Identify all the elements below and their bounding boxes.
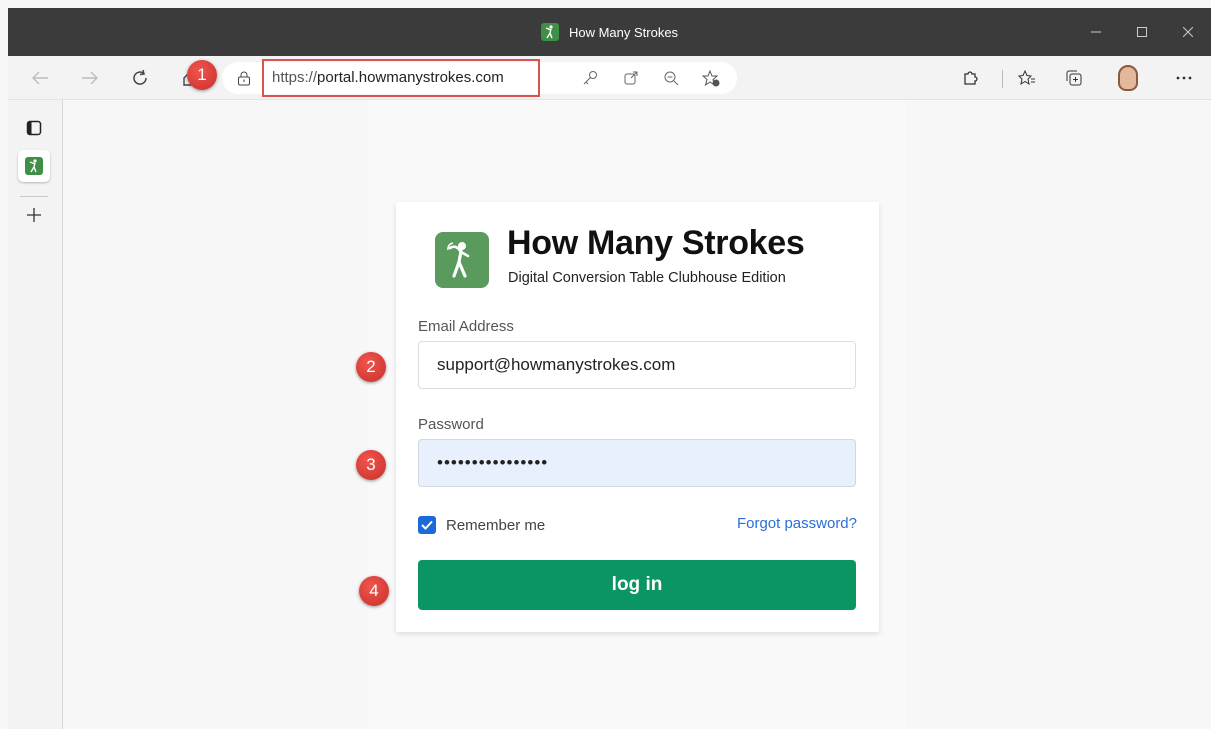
email-label: Email Address (418, 318, 514, 335)
brand-title: How Many Strokes (507, 224, 805, 262)
remember-me[interactable]: Remember me (418, 516, 545, 534)
zoom-out-icon[interactable] (660, 68, 682, 88)
maximize-icon[interactable] (1119, 8, 1165, 56)
refresh-icon[interactable] (124, 62, 156, 94)
page-content: How Many Strokes Digital Conversion Tabl… (63, 100, 1211, 729)
add-favorite-icon[interactable] (700, 68, 722, 88)
brand-subtitle: Digital Conversion Table Clubhouse Editi… (508, 270, 786, 286)
minimize-icon[interactable] (1073, 8, 1119, 56)
lock-icon[interactable] (236, 70, 252, 86)
address-bar[interactable]: https://portal.howmanystrokes.com (222, 59, 737, 97)
login-button[interactable]: log in (418, 560, 856, 610)
golfer-logo-icon (435, 232, 489, 288)
remember-label: Remember me (446, 516, 546, 534)
window-controls (1073, 8, 1211, 56)
golfer-icon (25, 157, 43, 175)
forgot-password-link[interactable]: Forgot password? (737, 515, 857, 532)
back-icon[interactable] (24, 62, 56, 94)
annotation-marker-1: 1 (187, 60, 217, 90)
url-text[interactable]: https://portal.howmanystrokes.com (272, 69, 504, 86)
login-card: How Many Strokes Digital Conversion Tabl… (396, 202, 879, 632)
remember-checkbox[interactable] (418, 516, 436, 534)
more-icon[interactable] (1168, 62, 1200, 94)
window-title-area: How Many Strokes (8, 8, 1211, 56)
annotation-marker-2: 2 (356, 352, 386, 382)
annotation-marker-3: 3 (356, 450, 386, 480)
open-external-icon[interactable] (620, 68, 642, 88)
window-titlebar: How Many Strokes (8, 8, 1211, 56)
key-icon[interactable] (579, 68, 601, 88)
collections-icon[interactable] (1058, 62, 1090, 94)
vertical-tabs-rail (8, 100, 63, 729)
new-tab-icon[interactable] (18, 199, 50, 231)
extensions-icon[interactable] (954, 62, 986, 94)
golfer-icon (540, 23, 559, 41)
toolbar-separator (1002, 70, 1003, 88)
rail-divider (20, 196, 48, 197)
profile-avatar[interactable] (1118, 65, 1138, 91)
favorites-icon[interactable] (1011, 62, 1043, 94)
email-field[interactable]: support@howmanystrokes.com (418, 341, 856, 389)
password-field[interactable]: •••••••••••••••• (418, 439, 856, 487)
annotation-marker-4: 4 (359, 576, 389, 606)
password-label: Password (418, 416, 484, 433)
forward-icon[interactable] (74, 62, 106, 94)
close-icon[interactable] (1165, 8, 1211, 56)
window-title: How Many Strokes (568, 24, 679, 40)
tab-how-many-strokes[interactable] (18, 150, 50, 182)
tab-actions-icon[interactable] (18, 112, 50, 144)
